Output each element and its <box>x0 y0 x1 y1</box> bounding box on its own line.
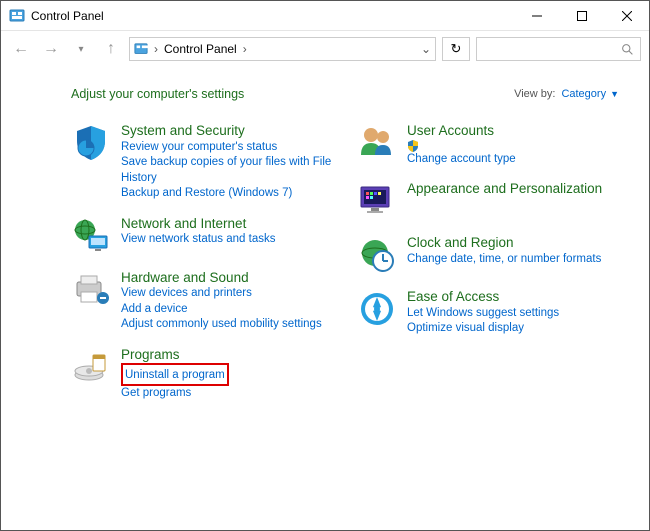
category-link[interactable]: Review your computer's status <box>121 140 333 156</box>
recent-dropdown[interactable]: ▾ <box>69 37 93 61</box>
ease-of-access-icon <box>357 289 397 329</box>
category-link[interactable]: Get programs <box>121 386 333 402</box>
category-title[interactable]: Network and Internet <box>121 216 333 232</box>
shield-icon <box>71 123 111 163</box>
control-panel-icon <box>9 8 25 24</box>
category-title[interactable]: Appearance and Personalization <box>407 181 619 197</box>
category-title[interactable]: User Accounts <box>407 123 619 139</box>
minimize-button[interactable] <box>514 1 559 30</box>
breadcrumb-location[interactable]: Control Panel <box>164 42 237 56</box>
category-hardware-sound: Hardware and Sound View devices and prin… <box>71 270 333 333</box>
category-link[interactable]: Change account type <box>407 140 619 168</box>
network-icon <box>71 216 111 256</box>
category-link[interactable]: View network status and tasks <box>121 232 333 248</box>
category-link[interactable]: Let Windows suggest settings <box>407 306 619 322</box>
category-network-internet: Network and Internet View network status… <box>71 216 333 256</box>
search-icon <box>621 43 634 56</box>
category-link-uninstall[interactable]: Uninstall a program <box>125 369 225 381</box>
category-link[interactable]: Adjust commonly used mobility settings <box>121 317 333 333</box>
programs-icon <box>71 347 111 387</box>
category-programs: Programs Uninstall a program Get program… <box>71 347 333 402</box>
printer-icon <box>71 270 111 310</box>
category-title[interactable]: System and Security <box>121 123 333 139</box>
category-link[interactable]: Optimize visual display <box>407 321 619 337</box>
address-bar[interactable]: › Control Panel › ⌄ <box>129 37 436 61</box>
breadcrumb-chevron[interactable]: › <box>154 42 158 56</box>
close-button[interactable] <box>604 1 649 30</box>
page-title: Adjust your computer's settings <box>71 87 514 101</box>
category-title[interactable]: Hardware and Sound <box>121 270 333 286</box>
users-icon <box>357 123 397 163</box>
uac-shield-icon <box>407 140 419 152</box>
address-dropdown-icon[interactable]: ⌄ <box>421 42 431 56</box>
appearance-icon <box>357 181 397 221</box>
window-title: Control Panel <box>31 9 514 23</box>
view-by-value[interactable]: Category <box>561 88 606 100</box>
category-system-security: System and Security Review your computer… <box>71 123 333 202</box>
back-button[interactable]: ← <box>9 37 33 61</box>
category-appearance: Appearance and Personalization <box>357 181 619 221</box>
category-link[interactable]: Backup and Restore (Windows 7) <box>121 186 333 202</box>
refresh-button[interactable]: ↻ <box>442 37 470 61</box>
forward-button[interactable]: → <box>39 37 63 61</box>
category-title[interactable]: Programs <box>121 347 333 363</box>
highlight-box: Uninstall a program <box>121 363 229 386</box>
category-link[interactable]: View devices and printers <box>121 286 333 302</box>
chevron-down-icon[interactable]: ▼ <box>610 89 619 99</box>
search-box[interactable] <box>476 37 641 61</box>
view-by-label: View by: <box>514 88 555 100</box>
clock-icon <box>357 235 397 275</box>
breadcrumb-chevron[interactable]: › <box>243 42 247 56</box>
category-title[interactable]: Ease of Access <box>407 289 619 305</box>
category-column-left: System and Security Review your computer… <box>71 123 333 401</box>
category-link[interactable]: Add a device <box>121 302 333 318</box>
control-panel-icon <box>134 42 148 56</box>
category-clock-region: Clock and Region Change date, time, or n… <box>357 235 619 275</box>
category-link[interactable]: Save backup copies of your files with Fi… <box>121 155 333 186</box>
category-ease-of-access: Ease of Access Let Windows suggest setti… <box>357 289 619 337</box>
up-button[interactable]: ↑ <box>99 37 123 61</box>
category-user-accounts: User Accounts Change account type <box>357 123 619 167</box>
category-column-right: User Accounts Change account type Appear… <box>357 123 619 401</box>
category-title[interactable]: Clock and Region <box>407 235 619 251</box>
maximize-button[interactable] <box>559 1 604 30</box>
category-link[interactable]: Change date, time, or number formats <box>407 252 619 268</box>
